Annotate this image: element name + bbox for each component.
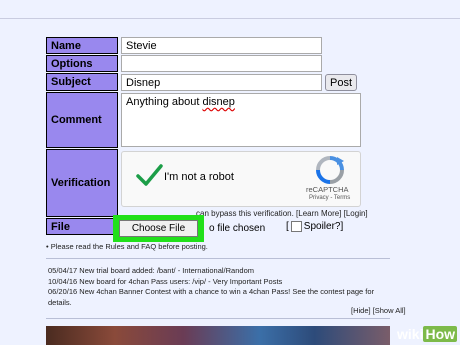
rules-note: • Please read the Rules and FAQ before p… bbox=[46, 242, 208, 251]
watermark-how: How bbox=[423, 326, 458, 342]
news-text[interactable]: New 4chan Banner Contest with a chance t… bbox=[48, 287, 374, 307]
news-hide-show-links[interactable]: [Hide] [Show All] bbox=[351, 306, 406, 315]
subject-input[interactable]: Disnep bbox=[121, 74, 322, 91]
news-date: 06/20/16 bbox=[48, 287, 78, 296]
spoiler-label: Spoiler?] bbox=[303, 221, 344, 232]
news-list: 05/04/17 New trial board added: /bant/ -… bbox=[48, 266, 394, 308]
news-text[interactable]: New trial board added: /bant/ - Internat… bbox=[79, 266, 254, 275]
comment-text: Anything about bbox=[126, 96, 203, 108]
news-divider-top bbox=[46, 258, 390, 259]
comment-misspelled-word: disnep bbox=[202, 96, 235, 108]
recaptcha-widget: I'm not a robot reCAPTCHA Privacy - Term… bbox=[121, 151, 361, 207]
verification-label: Verification bbox=[46, 149, 118, 217]
comment-textarea[interactable]: Anything about disnep bbox=[121, 93, 361, 147]
file-status: o file chosen bbox=[209, 223, 266, 234]
news-text[interactable]: New board for 4chan Pass users: /vip/ - … bbox=[79, 277, 282, 286]
choose-file-highlight: Choose File bbox=[113, 215, 204, 242]
comment-label: Comment bbox=[46, 92, 118, 148]
top-divider bbox=[0, 18, 460, 19]
recaptcha-robot-text: I'm not a robot bbox=[164, 171, 234, 183]
subject-label: Subject bbox=[46, 73, 118, 91]
pass-bypass-note[interactable]: can bypass this verification. [Learn Mor… bbox=[196, 209, 368, 218]
recaptcha-brand: reCAPTCHA bbox=[306, 185, 349, 194]
options-label: Options bbox=[46, 55, 118, 72]
recaptcha-privacy-terms[interactable]: Privacy - Terms bbox=[309, 195, 350, 201]
spoiler-option[interactable]: [ Spoiler?] bbox=[286, 221, 343, 232]
file-label: File bbox=[46, 218, 118, 235]
watermark-wiki: wiki bbox=[397, 326, 424, 342]
post-button[interactable]: Post bbox=[325, 74, 357, 91]
news-item: 06/20/16 New 4chan Banner Contest with a… bbox=[48, 287, 394, 308]
spoiler-checkbox[interactable] bbox=[290, 221, 302, 232]
wikihow-watermark: wiki How bbox=[397, 326, 458, 342]
name-label: Name bbox=[46, 37, 118, 54]
checkmark-icon[interactable] bbox=[134, 160, 164, 190]
options-input[interactable] bbox=[121, 55, 322, 72]
spoiler-bracket: [ bbox=[286, 221, 289, 232]
news-divider-bottom bbox=[46, 318, 390, 319]
news-item: 10/04/16 New board for 4chan Pass users:… bbox=[48, 277, 394, 288]
recaptcha-logo-icon bbox=[316, 156, 344, 184]
news-date: 05/04/17 bbox=[48, 266, 78, 275]
name-input[interactable]: Stevie bbox=[121, 37, 322, 54]
banner-image-strip bbox=[46, 326, 390, 345]
news-date: 10/04/16 bbox=[48, 276, 78, 286]
choose-file-button[interactable]: Choose File bbox=[119, 220, 198, 237]
news-item: 05/04/17 New trial board added: /bant/ -… bbox=[48, 266, 394, 277]
